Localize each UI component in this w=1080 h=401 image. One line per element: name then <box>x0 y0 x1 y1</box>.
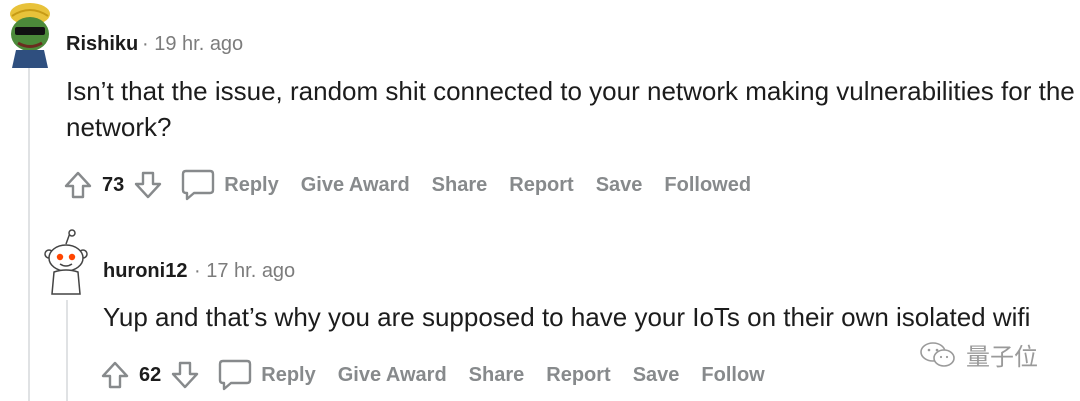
snoo-avatar-icon <box>44 229 88 295</box>
comment-body: Yup and that’s why you are supposed to h… <box>103 302 1031 332</box>
thread-line-1[interactable] <box>28 68 30 401</box>
upvote-button[interactable] <box>97 357 133 393</box>
username[interactable]: huroni12 <box>103 260 187 283</box>
follow-button[interactable]: Followed <box>664 174 751 197</box>
reply-button[interactable]: Reply <box>180 168 279 202</box>
username[interactable]: Rishiku <box>66 33 138 56</box>
reply-label: Reply <box>261 363 316 386</box>
follow-button[interactable]: Follow <box>701 364 764 387</box>
thread-line-2[interactable] <box>66 300 68 401</box>
comment-actions: 62 Reply Give Award Share Report Save Fo… <box>97 355 787 395</box>
comment-bubble-icon <box>217 358 253 392</box>
avatar-huroni12[interactable] <box>40 228 92 296</box>
timestamp[interactable]: · 17 hr. ago <box>194 260 295 283</box>
avatar-rishiku[interactable] <box>4 0 56 68</box>
comment-actions: 73 Reply Give Award Share Report Save Fo… <box>60 165 773 205</box>
save-button[interactable]: Save <box>633 364 680 387</box>
save-button[interactable]: Save <box>596 174 643 197</box>
reply-button[interactable]: Reply <box>217 358 316 392</box>
reply-label: Reply <box>224 173 279 196</box>
give-award-button[interactable]: Give Award <box>301 174 410 197</box>
share-button[interactable]: Share <box>432 174 488 197</box>
report-button[interactable]: Report <box>509 174 573 197</box>
upvote-button[interactable] <box>60 167 96 203</box>
wechat-icon <box>920 341 955 367</box>
share-button[interactable]: Share <box>469 364 525 387</box>
upvote-icon <box>101 361 129 389</box>
downvote-icon <box>172 361 199 389</box>
upvote-icon <box>64 171 92 199</box>
downvote-button[interactable] <box>167 357 203 393</box>
report-button[interactable]: Report <box>546 364 610 387</box>
downvote-button[interactable] <box>130 167 166 203</box>
score: 73 <box>102 173 125 196</box>
comment-bubble-icon <box>180 168 216 202</box>
watermark: 量子位 <box>918 337 1038 372</box>
downvote-icon <box>135 171 162 199</box>
comment-body: Isn’t that the issue, random shit connec… <box>66 76 1075 142</box>
score: 62 <box>139 363 162 386</box>
timestamp[interactable]: · 19 hr. ago <box>142 33 243 56</box>
watermark-text: 量子位 <box>966 344 1038 371</box>
give-award-button[interactable]: Give Award <box>338 364 447 387</box>
pepe-avatar-icon <box>10 3 50 68</box>
